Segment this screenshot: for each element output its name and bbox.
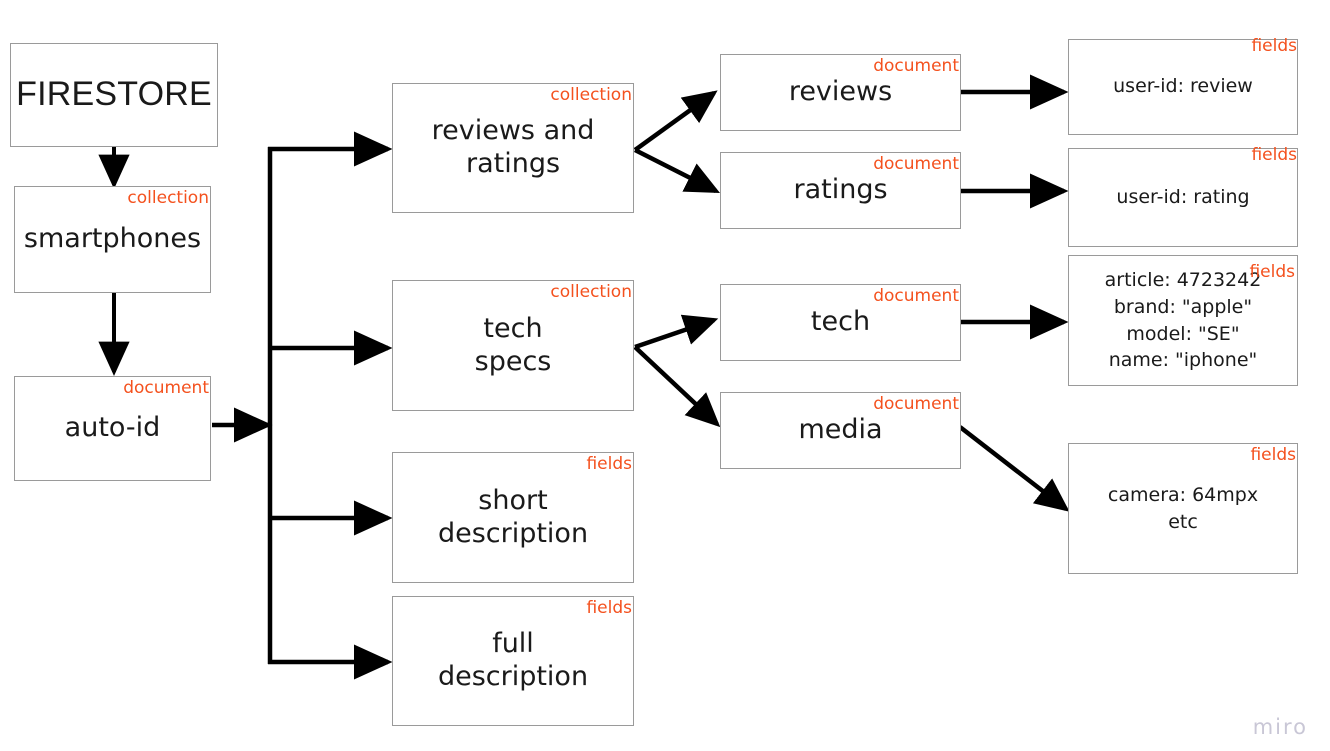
edge-rr-ratings: [633, 147, 721, 194]
node-media-tag: document: [873, 394, 959, 414]
node-tech[interactable]: document tech: [720, 284, 961, 361]
node-rating-fields-label: user-id: rating: [1116, 185, 1250, 208]
node-full-description[interactable]: fields full description: [392, 596, 634, 726]
node-tech-specs-label: tech specs: [474, 312, 552, 377]
node-media[interactable]: document media: [720, 392, 961, 469]
node-short-description-label: short description: [437, 484, 589, 549]
node-firestore[interactable]: FIRESTORE: [10, 43, 218, 147]
node-tech-specs-tag: collection: [550, 282, 632, 302]
node-rating-fields-tag: fields: [1251, 145, 1297, 165]
node-reviews-and-ratings-tag: collection: [550, 85, 632, 105]
node-smartphones[interactable]: collection smartphones: [14, 186, 211, 293]
node-ratings-tag: document: [873, 154, 959, 174]
node-tech-fields-tag: fields: [1249, 262, 1295, 282]
node-media-fields-tag: fields: [1250, 445, 1296, 465]
node-auto-id-label: auto-id: [64, 412, 161, 444]
node-ratings-label: ratings: [793, 174, 888, 206]
node-tech-specs[interactable]: collection tech specs: [392, 280, 634, 411]
diagram-canvas: FIRESTORE collection smartphones documen…: [0, 0, 1330, 751]
node-reviews-and-ratings[interactable]: collection reviews and ratings: [392, 83, 634, 213]
node-tech-label: tech: [810, 306, 871, 338]
node-short-description[interactable]: fields short description: [392, 452, 634, 583]
node-short-description-tag: fields: [586, 454, 632, 474]
node-smartphones-tag: collection: [127, 188, 209, 208]
node-reviews[interactable]: document reviews: [720, 54, 961, 131]
node-rating-fields[interactable]: fields user-id: rating: [1068, 145, 1298, 247]
node-smartphones-label: smartphones: [23, 223, 202, 255]
node-auto-id-tag: document: [123, 378, 209, 398]
node-full-description-tag: fields: [586, 598, 632, 618]
node-review-fields[interactable]: fields user-id: review: [1068, 36, 1298, 135]
node-review-fields-tag: fields: [1251, 36, 1297, 56]
node-auto-id[interactable]: document auto-id: [14, 376, 211, 481]
node-tech-tag: document: [873, 286, 959, 306]
miro-watermark: miro: [1252, 715, 1308, 739]
node-full-description-label: full description: [437, 628, 589, 692]
node-firestore-label: FIRESTORE: [16, 75, 212, 114]
node-media-label: media: [798, 414, 883, 446]
node-tech-fields-label: article: 4723242 brand: "apple" model: "…: [1104, 268, 1262, 372]
edge-techspecs-media: [633, 345, 721, 428]
edge-media-media-fields: [958, 425, 1070, 512]
node-reviews-and-ratings-label: reviews and ratings: [431, 115, 595, 179]
node-review-fields-label: user-id: review: [1113, 75, 1253, 98]
node-media-fields[interactable]: fields camera: 64mpx etc: [1068, 443, 1298, 574]
edge-rr-reviews: [633, 90, 718, 152]
node-ratings[interactable]: document ratings: [720, 152, 961, 229]
node-media-fields-label: camera: 64mpx etc: [1107, 483, 1259, 533]
edge-techspecs-tech: [634, 314, 719, 350]
node-reviews-label: reviews: [788, 76, 893, 108]
node-tech-fields[interactable]: fields article: 4723242 brand: "apple" m…: [1068, 255, 1298, 386]
node-reviews-tag: document: [873, 56, 959, 76]
